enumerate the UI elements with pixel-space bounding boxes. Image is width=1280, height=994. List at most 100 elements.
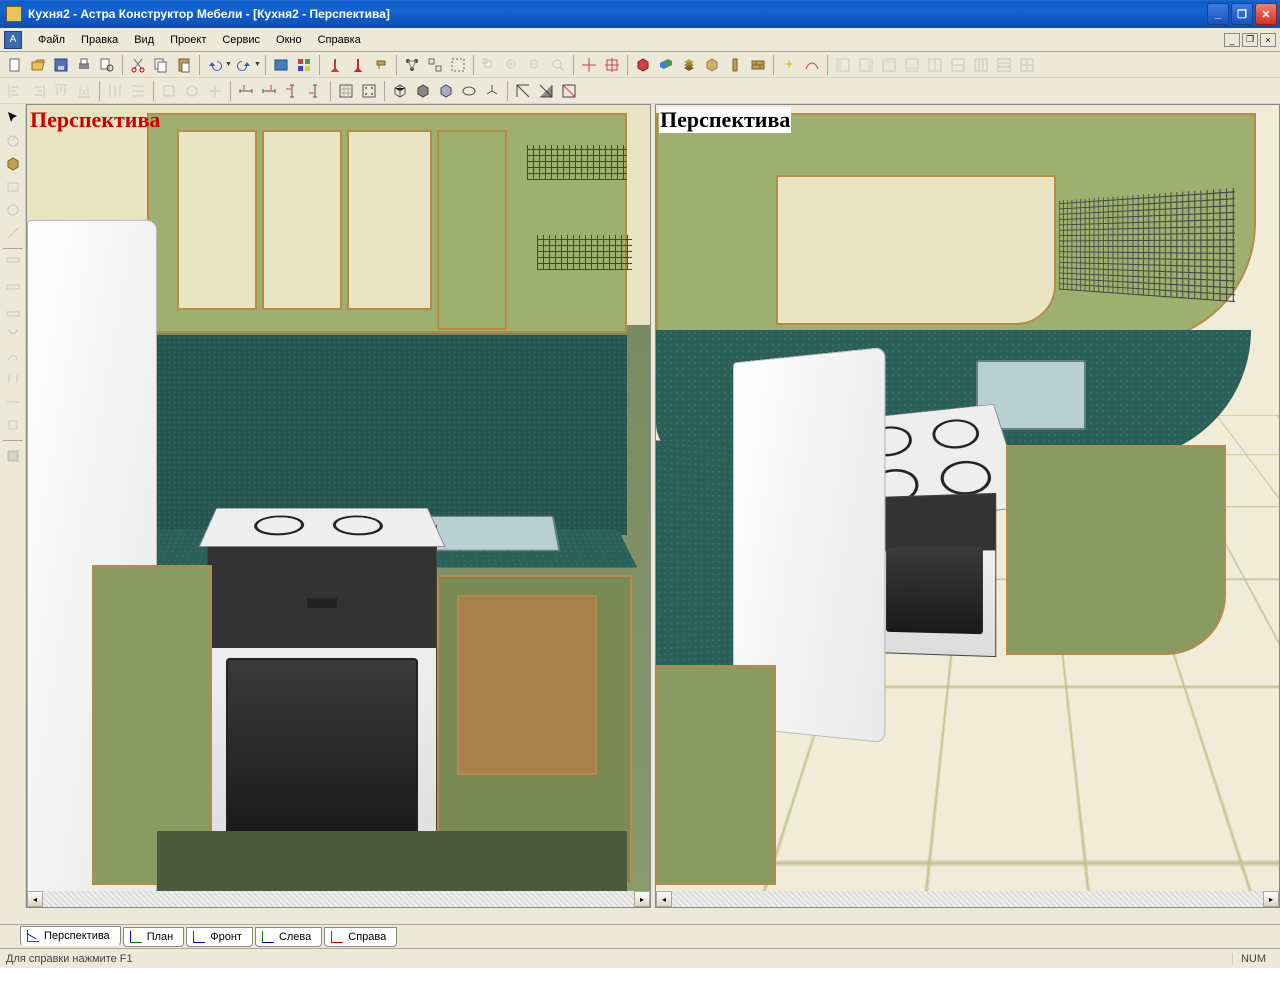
mdi-restore-button[interactable]: ❐	[1242, 33, 1258, 47]
box-multi-icon[interactable]	[655, 54, 677, 76]
ungroup-icon[interactable]	[424, 54, 446, 76]
align-b-icon[interactable]	[73, 80, 95, 102]
snap-c-icon[interactable]	[204, 80, 226, 102]
iso-e-icon[interactable]	[481, 80, 503, 102]
scroll-left-button[interactable]: ◂	[27, 891, 43, 907]
align-l-icon[interactable]	[4, 80, 26, 102]
panel-f-icon[interactable]	[947, 54, 969, 76]
scroll-left-button[interactable]: ◂	[656, 891, 672, 907]
wall-icon[interactable]	[747, 54, 769, 76]
undo-icon[interactable]	[204, 54, 226, 76]
print-icon[interactable]	[73, 54, 95, 76]
group-icon[interactable]	[401, 54, 423, 76]
align-t-icon[interactable]	[50, 80, 72, 102]
vtool-h-icon[interactable]	[2, 414, 24, 436]
vtool-g-icon[interactable]	[2, 391, 24, 413]
vtool-e-icon[interactable]	[2, 345, 24, 367]
shade-b-icon[interactable]	[535, 80, 557, 102]
close-button[interactable]: ✕	[1255, 3, 1277, 25]
dim-c-icon[interactable]	[281, 80, 303, 102]
viewport-left[interactable]: Перспектива	[26, 104, 651, 908]
menu-edit[interactable]: Правка	[73, 31, 126, 49]
zoom-out-icon[interactable]	[524, 54, 546, 76]
vtool-f-icon[interactable]	[2, 368, 24, 390]
box-layers-icon[interactable]	[678, 54, 700, 76]
menu-help[interactable]: Справка	[310, 31, 369, 49]
scroll-right-button[interactable]: ▸	[1263, 891, 1279, 907]
save-icon[interactable]	[50, 54, 72, 76]
hanger-icon[interactable]	[370, 54, 392, 76]
panel-a-icon[interactable]	[832, 54, 854, 76]
new-icon[interactable]	[4, 54, 26, 76]
zoom-in-icon[interactable]	[501, 54, 523, 76]
crosshair-icon[interactable]	[578, 54, 600, 76]
dist-v-icon[interactable]	[127, 80, 149, 102]
shade-a-icon[interactable]	[512, 80, 534, 102]
vtool-c-icon[interactable]	[2, 299, 24, 321]
mdi-close-button[interactable]: ×	[1260, 33, 1276, 47]
iso-c-icon[interactable]	[435, 80, 457, 102]
minimize-button[interactable]: _	[1207, 3, 1229, 25]
sparkle-icon[interactable]	[778, 54, 800, 76]
dim-a-icon[interactable]	[235, 80, 257, 102]
panel-i-icon[interactable]	[1016, 54, 1038, 76]
print-preview-icon[interactable]	[96, 54, 118, 76]
menu-window[interactable]: Окно	[268, 31, 310, 49]
dist-h-icon[interactable]	[104, 80, 126, 102]
crosshair-box-icon[interactable]	[601, 54, 623, 76]
color-icon[interactable]	[293, 54, 315, 76]
redo-dropdown[interactable]: ▼	[254, 61, 261, 68]
grid-b-icon[interactable]	[358, 80, 380, 102]
panel-b-icon[interactable]	[855, 54, 877, 76]
grid-a-icon[interactable]	[335, 80, 357, 102]
rotate-view-icon[interactable]	[2, 130, 24, 152]
iso-d-icon[interactable]	[458, 80, 480, 102]
box-draw-icon[interactable]	[2, 153, 24, 175]
shade-c-icon[interactable]	[558, 80, 580, 102]
zoom-extent-icon[interactable]	[547, 54, 569, 76]
redo-icon[interactable]	[233, 54, 255, 76]
vtool-d-icon[interactable]	[2, 322, 24, 344]
menu-service[interactable]: Сервис	[214, 31, 268, 49]
cut-icon[interactable]	[127, 54, 149, 76]
vtool-a-icon[interactable]	[2, 253, 24, 275]
panel-h-icon[interactable]	[993, 54, 1015, 76]
viewport-left-scrollbar[interactable]: ◂ ▸	[27, 891, 650, 907]
copy-icon[interactable]	[150, 54, 172, 76]
mdi-minimize-button[interactable]: _	[1224, 33, 1240, 47]
regroup-icon[interactable]	[447, 54, 469, 76]
tab-right[interactable]: Справа	[324, 927, 397, 947]
dim-d-icon[interactable]	[304, 80, 326, 102]
circle-icon[interactable]	[2, 199, 24, 221]
box-tan-icon[interactable]	[701, 54, 723, 76]
tab-front[interactable]: Фронт	[186, 927, 253, 947]
line-icon[interactable]	[2, 222, 24, 244]
undo-dropdown[interactable]: ▼	[225, 61, 232, 68]
snap-a-icon[interactable]	[158, 80, 180, 102]
viewport-right-scrollbar[interactable]: ◂ ▸	[656, 891, 1279, 907]
paste-icon[interactable]	[173, 54, 195, 76]
snap-b-icon[interactable]	[181, 80, 203, 102]
pointer-icon[interactable]	[2, 107, 24, 129]
path-icon[interactable]	[801, 54, 823, 76]
panel-g-icon[interactable]	[970, 54, 992, 76]
viewport-right[interactable]: Перспектива	[655, 104, 1280, 908]
panel-c-icon[interactable]	[878, 54, 900, 76]
open-icon[interactable]	[27, 54, 49, 76]
maximize-button[interactable]: ❐	[1231, 3, 1253, 25]
menu-project[interactable]: Проект	[162, 31, 214, 49]
vtool-i-icon[interactable]	[2, 445, 24, 467]
tab-perspective[interactable]: Перспектива	[20, 926, 121, 946]
panel-e-icon[interactable]	[924, 54, 946, 76]
align-r-icon[interactable]	[27, 80, 49, 102]
dim-b-icon[interactable]	[258, 80, 280, 102]
tab-plan[interactable]: План	[123, 927, 185, 947]
menu-view[interactable]: Вид	[126, 31, 162, 49]
box-red-icon[interactable]	[632, 54, 654, 76]
menu-file[interactable]: Файл	[30, 31, 73, 49]
scroll-right-button[interactable]: ▸	[634, 891, 650, 907]
iso-b-icon[interactable]	[412, 80, 434, 102]
tab-left[interactable]: Слева	[255, 927, 322, 947]
vtool-b-icon[interactable]	[2, 276, 24, 298]
screw-red-icon[interactable]	[347, 54, 369, 76]
